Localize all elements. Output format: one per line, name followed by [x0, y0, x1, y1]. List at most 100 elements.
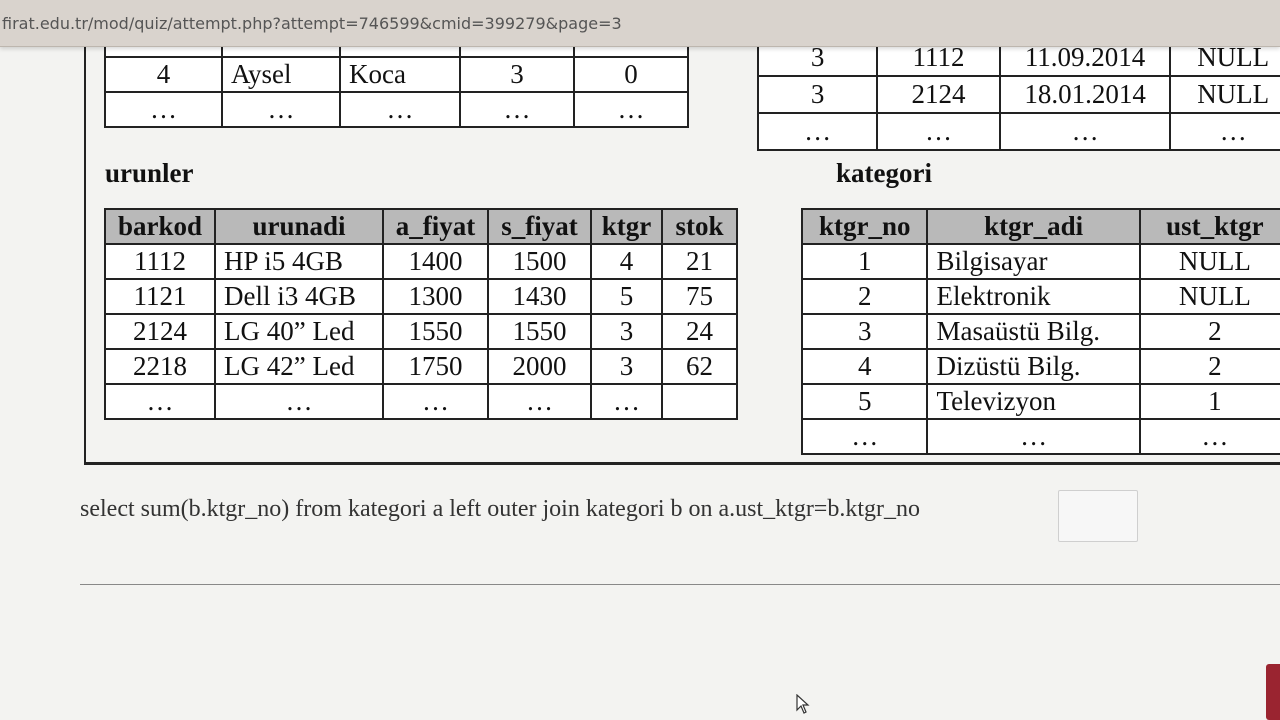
table-cell: … [339, 91, 461, 128]
table-row: 5 Televizyon 1 [800, 383, 1280, 420]
table-row: 4 Aysel Koca 3 0 [104, 56, 689, 93]
column-header: ust_ktgr [1138, 208, 1280, 245]
column-header: stok [661, 208, 738, 245]
column-header: ktgr_adi [926, 208, 1141, 245]
table-cell: 2124 [876, 75, 1001, 114]
table-cell: 3 [800, 313, 929, 350]
table-cell: 2000 [487, 348, 592, 385]
table-cell: … [214, 383, 384, 420]
table-cell: 3 [590, 348, 663, 385]
column-header: barkod [104, 208, 216, 245]
table-row: 3 Masaüstü Bilg. 2 [800, 313, 1280, 350]
table-cell: 1121 [104, 278, 216, 315]
table-row: …………… [104, 91, 689, 128]
url-text: firat.edu.tr/mod/quiz/attempt.php?attemp… [2, 14, 622, 33]
table-cell: 11.09.2014 [998, 46, 1172, 77]
table-header-row: barkod urunadi a_fiyat s_fiyat ktgr stok [104, 208, 738, 245]
table-cell: Dell i3 4GB [214, 278, 384, 315]
table-cell: 3 [459, 56, 575, 93]
table-row [104, 46, 689, 58]
table-cell: … [459, 91, 575, 128]
table-cell: … [590, 383, 663, 420]
table-row: 3 2124 18.01.2014 NULL [756, 75, 1280, 114]
urunler-table-title: urunler [105, 158, 194, 188]
table-cell: 3 [590, 313, 663, 350]
table-cell: 2124 [104, 313, 216, 350]
table-cell: NULL [1169, 75, 1280, 114]
address-bar[interactable]: firat.edu.tr/mod/quiz/attempt.php?attemp… [0, 0, 1280, 47]
table-row: ……… [800, 418, 1280, 455]
kategori-table: ktgr_no ktgr_adi ust_ktgr 1 Bilgisayar NULL 2 E… [800, 208, 1280, 455]
table-cell: 1550 [382, 313, 489, 350]
table-cell: 1 [1138, 383, 1280, 420]
table-cell: 1112 [104, 243, 216, 280]
table-cell: Elektronik [926, 278, 1141, 315]
table-cell: 5 [800, 383, 929, 420]
table-cell: Dizüstü Bilg. [926, 348, 1141, 385]
table-cell: … [382, 383, 489, 420]
table-cell: … [876, 112, 1001, 151]
table-cell: 3 [756, 46, 879, 77]
quiz-page: 4 Aysel Koca 3 0…………… 3 1112 11.09.2014 NULL 3 21… [0, 46, 1280, 720]
table-cell: … [1169, 112, 1280, 151]
table-row: 2218 LG 42” Led 1750 2000 3 62 [104, 348, 738, 385]
table-cell: … [926, 418, 1141, 455]
table-cell: 5 [590, 278, 663, 315]
table-cell: 18.01.2014 [998, 75, 1172, 114]
mouse-cursor-icon [796, 693, 810, 719]
table-cell: 4 [590, 243, 663, 280]
table-cell: 4 [800, 348, 929, 385]
table-cell: HP i5 4GB [214, 243, 384, 280]
table-cell: 1550 [487, 313, 592, 350]
table-row: 1121 Dell i3 4GB 1300 1430 5 75 [104, 278, 738, 315]
urunler-table: barkod urunadi a_fiyat s_fiyat ktgr stok 1112 H… [104, 208, 738, 420]
table-cell: NULL [1138, 278, 1280, 315]
table-cell [661, 383, 738, 420]
table-cell: 2 [800, 278, 929, 315]
table-cell: 1 [800, 243, 929, 280]
table-cell: 24 [661, 313, 738, 350]
table-row: 1112 HP i5 4GB 1400 1500 4 21 [104, 243, 738, 280]
table-row: 3 1112 11.09.2014 NULL [756, 46, 1280, 77]
table-cell: NULL [1169, 46, 1280, 77]
table-cell: … [1138, 418, 1280, 455]
table-cell: 1112 [876, 46, 1001, 77]
table-cell: 2 [1138, 313, 1280, 350]
table-cell: 0 [573, 56, 689, 93]
top-left-table: 4 Aysel Koca 3 0…………… [104, 46, 689, 128]
table-cell: 21 [661, 243, 738, 280]
table-cell: Masaüstü Bilg. [926, 313, 1141, 350]
table-cell: 75 [661, 278, 738, 315]
table-cell: 1500 [487, 243, 592, 280]
table-cell: … [221, 91, 341, 128]
side-tab[interactable] [1266, 664, 1280, 720]
column-header: ktgr_no [800, 208, 929, 245]
answer-input[interactable] [1058, 490, 1138, 542]
table-cell: 1750 [382, 348, 489, 385]
divider [80, 584, 1280, 585]
table-row: ………… [756, 112, 1280, 151]
table-row: …………… [104, 383, 738, 420]
table-cell: … [756, 112, 879, 151]
table-row: 2 Elektronik NULL [800, 278, 1280, 315]
table-row: 1 Bilgisayar NULL [800, 243, 1280, 280]
table-cell: Koca [339, 56, 461, 93]
table-header-row: ktgr_no ktgr_adi ust_ktgr [800, 208, 1280, 245]
table-cell: 2218 [104, 348, 216, 385]
table-cell: 4 [104, 56, 223, 93]
table-row: 2124 LG 40” Led 1550 1550 3 24 [104, 313, 738, 350]
table-cell: Bilgisayar [926, 243, 1141, 280]
table-row: 4 Dizüstü Bilg. 2 [800, 348, 1280, 385]
column-header: a_fiyat [382, 208, 489, 245]
column-header: urunadi [214, 208, 384, 245]
table-cell: … [573, 91, 689, 128]
table-cell: 1400 [382, 243, 489, 280]
table-cell: 62 [661, 348, 738, 385]
table-cell: 3 [756, 75, 879, 114]
table-cell: 2 [1138, 348, 1280, 385]
column-header: ktgr [590, 208, 663, 245]
kategori-table-title: kategori [836, 158, 932, 188]
table-cell: 1430 [487, 278, 592, 315]
question-text: select sum(b.ktgr_no) from kategori a le… [80, 496, 920, 522]
table-cell: Aysel [221, 56, 341, 93]
